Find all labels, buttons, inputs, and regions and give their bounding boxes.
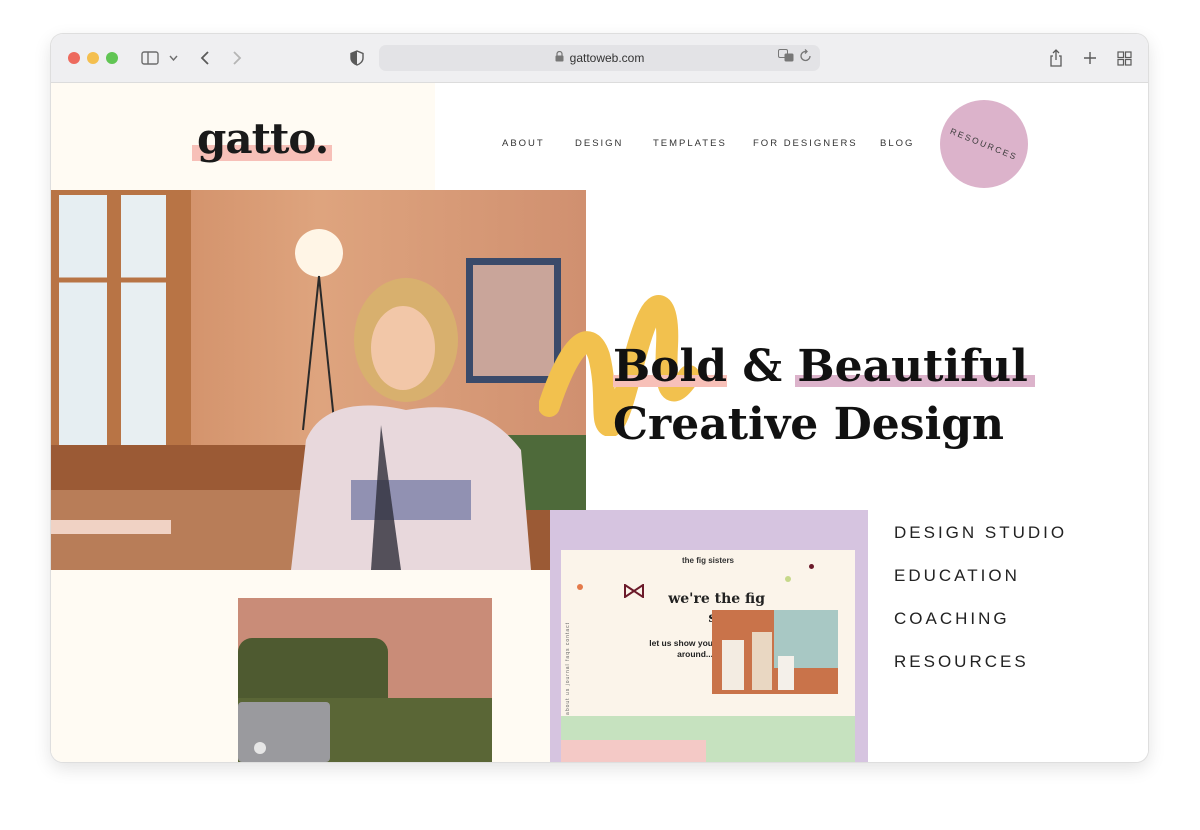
mockup-subheading: let us show you around... xyxy=(649,638,713,659)
link-coaching[interactable]: COACHING xyxy=(894,609,1067,628)
web-page: gatto. ABOUT DESIGN TEMPLATES FOR DESIGN… xyxy=(51,83,1148,762)
mockup-dot xyxy=(577,584,583,590)
tab-overview-icon[interactable] xyxy=(1114,47,1134,69)
bow-icon xyxy=(624,584,644,598)
zoom-window-button[interactable] xyxy=(106,52,118,64)
nav-about[interactable]: ABOUT xyxy=(502,138,545,149)
workspace-photo xyxy=(238,598,492,762)
close-window-button[interactable] xyxy=(68,52,80,64)
minimize-window-button[interactable] xyxy=(87,52,99,64)
address-bar[interactable]: gattoweb.com xyxy=(379,45,820,71)
mockup-screen: the fig sisters about us journal faqs co… xyxy=(561,550,855,716)
back-arrow-icon[interactable] xyxy=(195,47,215,69)
nav-blog[interactable]: BLOG xyxy=(880,138,914,149)
headline-word-beautiful: Beautiful xyxy=(795,341,1036,392)
headline-ampersand: & xyxy=(742,341,783,392)
chevron-down-icon[interactable] xyxy=(166,47,180,69)
headline-line-two: Creative Design xyxy=(613,399,1005,450)
url-text: gattoweb.com xyxy=(569,51,645,65)
browser-toolbar: gattoweb.com xyxy=(51,34,1148,83)
share-icon[interactable] xyxy=(1046,47,1066,69)
privacy-shield-icon[interactable] xyxy=(347,47,367,69)
mockup-pink-band xyxy=(561,740,706,762)
reload-icon[interactable] xyxy=(800,49,812,65)
lock-icon xyxy=(555,50,564,65)
resources-badge-label: RESOURCES xyxy=(948,125,1020,163)
mockup-side-nav: about us journal faqs contact xyxy=(565,622,571,715)
sidebar-toggle-icon[interactable] xyxy=(139,47,161,69)
mockup-dot xyxy=(809,564,814,569)
nav-design[interactable]: DESIGN xyxy=(575,138,623,149)
link-education[interactable]: EDUCATION xyxy=(894,566,1067,585)
forward-arrow-icon[interactable] xyxy=(227,47,247,69)
portfolio-mockup[interactable]: the fig sisters about us journal faqs co… xyxy=(550,510,868,762)
mockup-product-photo xyxy=(712,610,838,694)
browser-window: gattoweb.com gatto. ABOUT DESIGN TEMPLAT… xyxy=(51,34,1148,762)
headline-word-bold: Bold xyxy=(613,341,728,392)
translate-icon[interactable] xyxy=(778,49,794,65)
link-resources[interactable]: RESOURCES xyxy=(894,652,1067,671)
site-logo[interactable]: gatto. xyxy=(197,118,329,160)
hero-photo xyxy=(51,190,586,570)
new-tab-icon[interactable] xyxy=(1080,47,1100,69)
hero-headline: Bold & Beautiful Creative Design xyxy=(613,341,1036,451)
nav-templates[interactable]: TEMPLATES xyxy=(653,138,727,149)
mockup-dot xyxy=(785,576,791,582)
service-links: DESIGN STUDIO EDUCATION COACHING RESOURC… xyxy=(894,523,1067,695)
link-design-studio[interactable]: DESIGN STUDIO xyxy=(894,523,1067,542)
resources-badge[interactable]: RESOURCES xyxy=(940,100,1028,188)
nav-for-designers[interactable]: FOR DESIGNERS xyxy=(753,138,858,149)
